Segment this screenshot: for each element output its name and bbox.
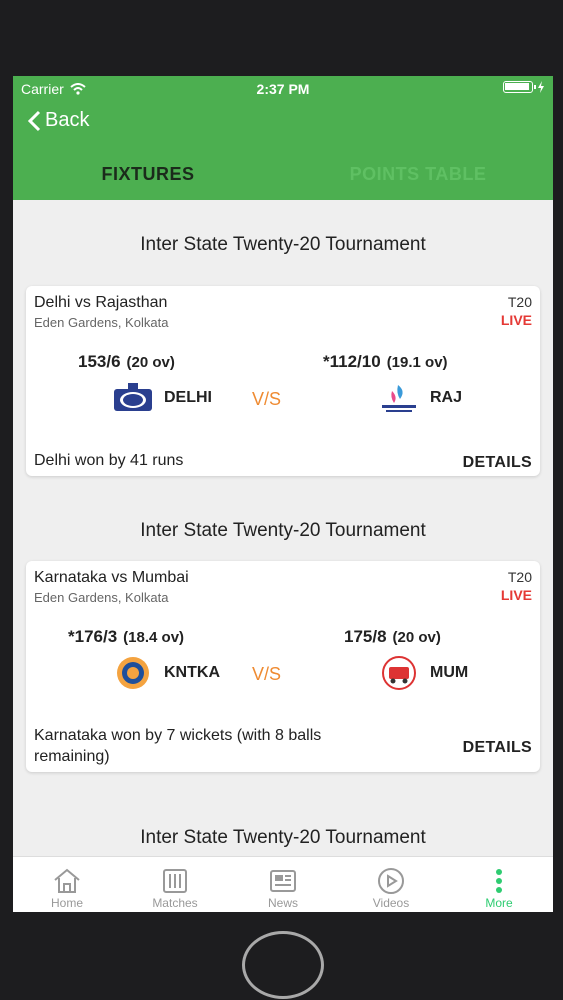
- news-icon: [269, 866, 297, 896]
- fixtures-list: Inter State Twenty-20 Tournament Delhi v…: [13, 200, 553, 856]
- status-bar: Carrier 2:37 PM: [13, 76, 553, 100]
- match-result: Karnataka won by 7 wickets (with 8 balls…: [34, 727, 322, 765]
- team2-overs: (19.1 ov): [386, 354, 448, 371]
- app-header: Carrier 2:37 PM Back FIXTURES POINTS TAB…: [13, 76, 553, 200]
- team2-score: 175/8 (20 ov): [344, 627, 441, 647]
- team2-score: *112/10 (19.1 ov): [323, 352, 448, 372]
- nav-home[interactable]: Home: [13, 857, 121, 912]
- match-format: T20: [507, 294, 532, 310]
- nav-videos-label: Videos: [372, 896, 410, 910]
- tab-fixtures[interactable]: FIXTURES: [13, 156, 283, 200]
- details-button[interactable]: DETAILS: [463, 739, 532, 757]
- team1-overs: (20 ov): [126, 354, 175, 371]
- match-card[interactable]: Delhi vs Rajasthan Eden Gardens, Kolkata…: [26, 286, 540, 476]
- mumbai-logo-icon: [376, 655, 422, 691]
- vs-label: V/S: [252, 389, 282, 409]
- team1-name: KNTKA: [164, 664, 220, 681]
- section-title: Inter State Twenty-20 Tournament: [140, 520, 426, 541]
- bottom-nav: Home Matches News Videos More: [13, 856, 553, 912]
- karnataka-logo-icon: [110, 655, 156, 691]
- device-frame: Carrier 2:37 PM Back FIXTURES POINTS TAB…: [0, 0, 563, 1000]
- team1: KNTKA: [110, 655, 220, 691]
- home-icon: [52, 866, 82, 896]
- status-time: 2:37 PM: [256, 81, 310, 97]
- nav-matches-label: Matches: [152, 896, 198, 910]
- chevron-left-icon: [27, 110, 41, 131]
- nav-videos[interactable]: Videos: [337, 857, 445, 912]
- device-home-button[interactable]: [242, 931, 324, 999]
- match-title: Delhi vs Rajasthan: [34, 294, 168, 311]
- match-card[interactable]: Karnataka vs Mumbai Eden Gardens, Kolkat…: [26, 561, 540, 772]
- nav-more-label: More: [485, 896, 513, 910]
- team2-runs: *112/10: [323, 352, 381, 371]
- nav-matches[interactable]: Matches: [121, 857, 229, 912]
- team2-overs: (20 ov): [392, 629, 441, 646]
- section-title: Inter State Twenty-20 Tournament: [140, 234, 426, 255]
- team1-overs: (18.4 ov): [123, 629, 185, 646]
- back-button[interactable]: Back: [27, 109, 89, 132]
- team1-name: DELHI: [164, 389, 212, 406]
- vs-label: V/S: [252, 664, 282, 684]
- match-result: Delhi won by 41 runs: [34, 452, 184, 469]
- team2: MUM: [376, 655, 468, 691]
- back-label: Back: [45, 109, 90, 131]
- team2: RAJ: [376, 380, 462, 416]
- nav-home-label: Home: [50, 896, 83, 910]
- match-venue: Eden Gardens, Kolkata: [34, 315, 169, 330]
- battery-icon: [503, 81, 536, 93]
- team1: DELHI: [110, 380, 212, 416]
- live-badge: LIVE: [500, 312, 532, 328]
- more-icon: [494, 866, 504, 896]
- tab-points-table[interactable]: POINTS TABLE: [283, 156, 553, 200]
- rajasthan-logo-icon: [376, 380, 422, 416]
- section-title: Inter State Twenty-20 Tournament: [140, 827, 426, 848]
- team1-runs: 153/6: [78, 352, 121, 371]
- team1-score: *176/3 (18.4 ov): [68, 627, 184, 647]
- play-icon: [377, 866, 405, 896]
- app-screen: Carrier 2:37 PM Back FIXTURES POINTS TAB…: [13, 76, 553, 912]
- live-badge: LIVE: [500, 587, 532, 603]
- tab-bar: FIXTURES POINTS TABLE: [13, 156, 553, 200]
- match-venue: Eden Gardens, Kolkata: [34, 590, 169, 605]
- nav-news[interactable]: News: [229, 857, 337, 912]
- delhi-logo-icon: [110, 380, 156, 416]
- nav-news-label: News: [267, 896, 298, 910]
- team1-score: 153/6 (20 ov): [78, 352, 175, 372]
- match-title: Karnataka vs Mumbai: [34, 569, 189, 586]
- team2-runs: 175/8: [344, 627, 387, 646]
- team2-name: RAJ: [430, 389, 463, 406]
- nav-more[interactable]: More: [445, 857, 553, 912]
- match-format: T20: [507, 569, 532, 585]
- details-button[interactable]: DETAILS: [463, 454, 532, 472]
- charging-icon: [538, 81, 544, 93]
- matches-icon: [161, 866, 189, 896]
- team1-runs: *176/3: [68, 627, 118, 646]
- battery-indicator: [503, 81, 545, 93]
- team2-name: MUM: [430, 664, 469, 681]
